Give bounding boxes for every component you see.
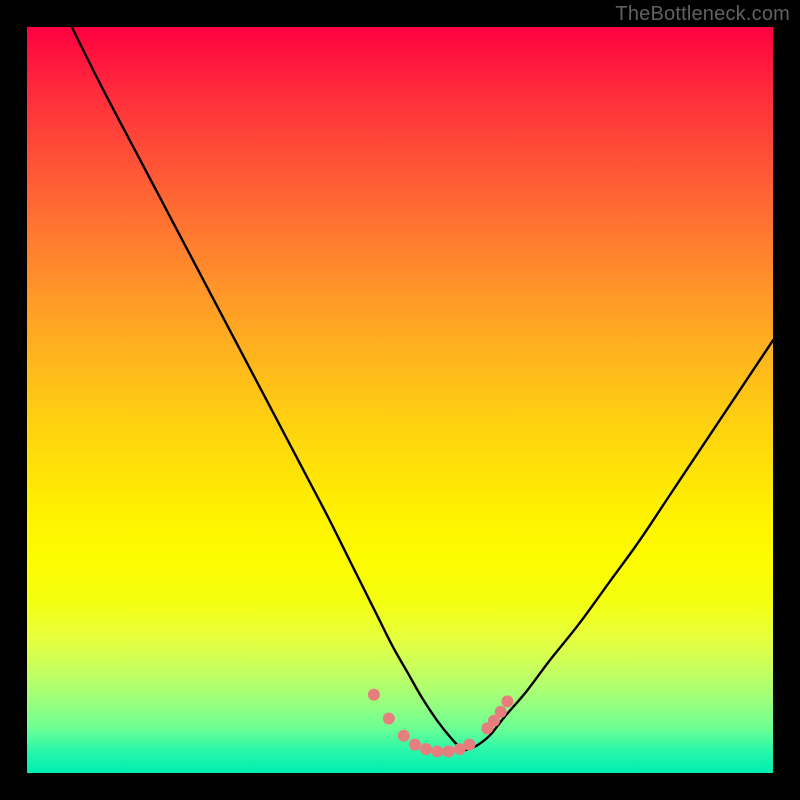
chart-frame: TheBottleneck.com <box>0 0 800 800</box>
highlight-marker <box>501 695 513 707</box>
highlight-marker <box>368 689 380 701</box>
highlight-marker <box>398 730 410 742</box>
curve-layer <box>27 27 773 773</box>
highlight-marker <box>383 713 395 725</box>
plot-area <box>27 27 773 773</box>
highlight-marker <box>409 739 421 751</box>
highlight-marker <box>431 745 443 757</box>
highlight-marker <box>495 706 507 718</box>
watermark-text: TheBottleneck.com <box>615 3 790 26</box>
highlight-markers <box>368 689 514 758</box>
curve-left-branch <box>72 27 464 751</box>
highlight-marker <box>463 739 475 751</box>
highlight-marker <box>420 743 432 755</box>
curve-right-branch <box>463 340 773 750</box>
highlight-marker <box>442 745 454 757</box>
